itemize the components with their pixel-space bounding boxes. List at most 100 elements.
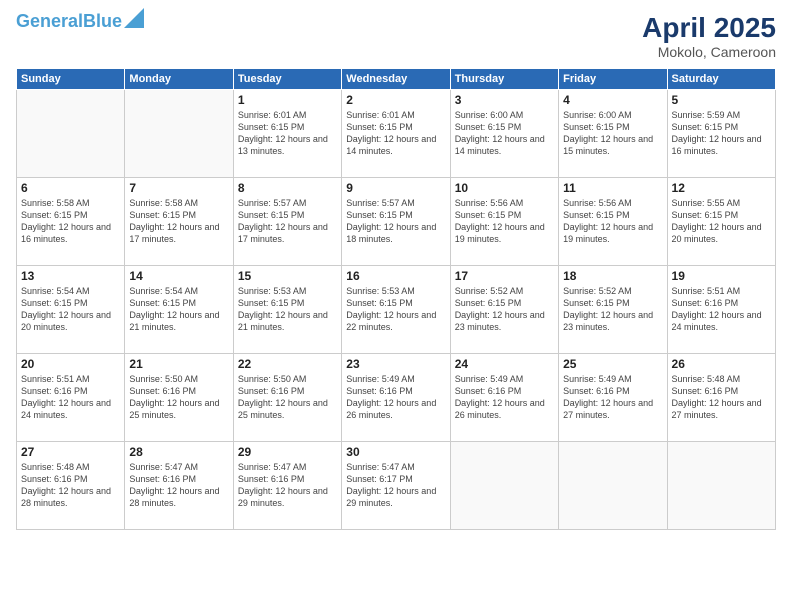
table-row <box>667 442 775 530</box>
day-number: 7 <box>129 181 228 195</box>
day-number: 23 <box>346 357 445 371</box>
day-info: Sunrise: 5:48 AM Sunset: 6:16 PM Dayligh… <box>672 373 771 422</box>
table-row: 23Sunrise: 5:49 AM Sunset: 6:16 PM Dayli… <box>342 354 450 442</box>
day-number: 14 <box>129 269 228 283</box>
table-row <box>17 90 125 178</box>
table-row: 21 Sunrise: 5:50 AM Sunset: 6:16 PM Dayli… <box>125 354 233 442</box>
table-row: 2 Sunrise: 6:01 AM Sunset: 6:15 PM Daylig… <box>342 90 450 178</box>
day-number: 10 <box>455 181 554 195</box>
day-info: Sunrise: 5:52 AM Sunset: 6:15 PM Dayligh… <box>455 285 554 334</box>
logo-text: GeneralBlue <box>16 12 122 30</box>
table-row: 14 Sunrise: 5:54 AM Sunset: 6:15 PM Dayli… <box>125 266 233 354</box>
calendar-subtitle: Mokolo, Cameroon <box>642 44 776 60</box>
day-info: Sunrise: 5:54 AM Sunset: 6:15 PM Dayligh… <box>21 285 120 334</box>
day-number: 9 <box>346 181 445 195</box>
day-number: 1 <box>238 93 337 107</box>
day-number: 26 <box>672 357 771 371</box>
table-row: 3 Sunrise: 6:00 AM Sunset: 6:15 PM Daylig… <box>450 90 558 178</box>
table-row: 18Sunrise: 5:52 AM Sunset: 6:15 PM Dayli… <box>559 266 667 354</box>
table-row: 5Sunrise: 5:59 AM Sunset: 6:15 PM Daylig… <box>667 90 775 178</box>
table-row: 8 Sunrise: 5:57 AM Sunset: 6:15 PM Daylig… <box>233 178 341 266</box>
calendar-title: April 2025 <box>642 12 776 44</box>
day-number: 28 <box>129 445 228 459</box>
table-row <box>559 442 667 530</box>
day-number: 12 <box>672 181 771 195</box>
table-row: 11 Sunrise: 5:56 AM Sunset: 6:15 PM Dayli… <box>559 178 667 266</box>
day-number: 3 <box>455 93 554 107</box>
calendar-week-row: 6 Sunrise: 5:58 AM Sunset: 6:15 PM Daylig… <box>17 178 776 266</box>
day-info: Sunrise: 5:48 AM Sunset: 6:16 PM Dayligh… <box>21 461 120 510</box>
day-number: 16 <box>346 269 445 283</box>
day-info: Sunrise: 5:49 AM Sunset: 6:16 PM Dayligh… <box>563 373 662 422</box>
day-info: Sunrise: 5:47 AM Sunset: 6:16 PM Dayligh… <box>238 461 337 510</box>
calendar-week-row: 1 Sunrise: 6:01 AM Sunset: 6:15 PM Daylig… <box>17 90 776 178</box>
table-row: 10 Sunrise: 5:56 AM Sunset: 6:15 PM Dayli… <box>450 178 558 266</box>
day-number: 20 <box>21 357 120 371</box>
table-row <box>125 90 233 178</box>
calendar-week-row: 13 Sunrise: 5:54 AM Sunset: 6:15 PM Dayli… <box>17 266 776 354</box>
calendar-week-row: 20 Sunrise: 5:51 AM Sunset: 6:16 PM Dayli… <box>17 354 776 442</box>
col-thursday: Thursday <box>450 69 558 90</box>
day-info: Sunrise: 5:55 AM Sunset: 6:15 PM Dayligh… <box>672 197 771 246</box>
table-row: 4Sunrise: 6:00 AM Sunset: 6:15 PM Daylig… <box>559 90 667 178</box>
logo-icon <box>124 8 144 28</box>
col-wednesday: Wednesday <box>342 69 450 90</box>
day-info: Sunrise: 5:56 AM Sunset: 6:15 PM Dayligh… <box>455 197 554 246</box>
day-info: Sunrise: 5:47 AM Sunset: 6:17 PM Dayligh… <box>346 461 445 510</box>
table-row: 20 Sunrise: 5:51 AM Sunset: 6:16 PM Dayli… <box>17 354 125 442</box>
day-info: Sunrise: 5:49 AM Sunset: 6:16 PM Dayligh… <box>455 373 554 422</box>
table-row <box>450 442 558 530</box>
table-row: 9Sunrise: 5:57 AM Sunset: 6:15 PM Daylig… <box>342 178 450 266</box>
col-saturday: Saturday <box>667 69 775 90</box>
table-row: 27 Sunrise: 5:48 AM Sunset: 6:16 PM Dayli… <box>17 442 125 530</box>
day-number: 25 <box>563 357 662 371</box>
col-friday: Friday <box>559 69 667 90</box>
day-info: Sunrise: 5:53 AM Sunset: 6:15 PM Dayligh… <box>238 285 337 334</box>
title-section: April 2025 Mokolo, Cameroon <box>642 12 776 60</box>
calendar-table: Sunday Monday Tuesday Wednesday Thursday… <box>16 68 776 530</box>
table-row: 26 Sunrise: 5:48 AM Sunset: 6:16 PM Dayli… <box>667 354 775 442</box>
table-row: 6Sunrise: 5:58 AM Sunset: 6:15 PM Daylig… <box>17 178 125 266</box>
header: GeneralBlue April 2025 Mokolo, Cameroon <box>16 12 776 60</box>
table-row: 12 Sunrise: 5:55 AM Sunset: 6:15 PM Dayli… <box>667 178 775 266</box>
table-row: 7 Sunrise: 5:58 AM Sunset: 6:15 PM Daylig… <box>125 178 233 266</box>
day-number: 24 <box>455 357 554 371</box>
day-info: Sunrise: 5:51 AM Sunset: 6:16 PM Dayligh… <box>21 373 120 422</box>
day-number: 22 <box>238 357 337 371</box>
day-number: 15 <box>238 269 337 283</box>
day-info: Sunrise: 5:56 AM Sunset: 6:15 PM Dayligh… <box>563 197 662 246</box>
table-row: 30 Sunrise: 5:47 AM Sunset: 6:17 PM Dayli… <box>342 442 450 530</box>
day-number: 6 <box>21 181 120 195</box>
day-number: 30 <box>346 445 445 459</box>
day-number: 17 <box>455 269 554 283</box>
day-info: Sunrise: 5:47 AM Sunset: 6:16 PM Dayligh… <box>129 461 228 510</box>
table-row: 15 Sunrise: 5:53 AM Sunset: 6:15 PM Dayli… <box>233 266 341 354</box>
day-info: Sunrise: 5:50 AM Sunset: 6:16 PM Dayligh… <box>129 373 228 422</box>
day-info: Sunrise: 5:54 AM Sunset: 6:15 PM Dayligh… <box>129 285 228 334</box>
col-monday: Monday <box>125 69 233 90</box>
day-number: 29 <box>238 445 337 459</box>
day-info: Sunrise: 6:00 AM Sunset: 6:15 PM Dayligh… <box>563 109 662 158</box>
day-info: Sunrise: 6:01 AM Sunset: 6:15 PM Dayligh… <box>346 109 445 158</box>
day-number: 18 <box>563 269 662 283</box>
day-number: 27 <box>21 445 120 459</box>
day-number: 21 <box>129 357 228 371</box>
table-row: 24 Sunrise: 5:49 AM Sunset: 6:16 PM Dayli… <box>450 354 558 442</box>
table-row: 25 Sunrise: 5:49 AM Sunset: 6:16 PM Dayli… <box>559 354 667 442</box>
day-number: 8 <box>238 181 337 195</box>
day-number: 11 <box>563 181 662 195</box>
table-row: 16Sunrise: 5:53 AM Sunset: 6:15 PM Dayli… <box>342 266 450 354</box>
day-info: Sunrise: 5:58 AM Sunset: 6:15 PM Dayligh… <box>129 197 228 246</box>
col-sunday: Sunday <box>17 69 125 90</box>
day-info: Sunrise: 6:00 AM Sunset: 6:15 PM Dayligh… <box>455 109 554 158</box>
table-row: 28 Sunrise: 5:47 AM Sunset: 6:16 PM Dayli… <box>125 442 233 530</box>
table-row: 22Sunrise: 5:50 AM Sunset: 6:16 PM Dayli… <box>233 354 341 442</box>
day-number: 13 <box>21 269 120 283</box>
calendar-header-row: Sunday Monday Tuesday Wednesday Thursday… <box>17 69 776 90</box>
table-row: 13 Sunrise: 5:54 AM Sunset: 6:15 PM Dayli… <box>17 266 125 354</box>
day-number: 19 <box>672 269 771 283</box>
day-info: Sunrise: 5:59 AM Sunset: 6:15 PM Dayligh… <box>672 109 771 158</box>
day-info: Sunrise: 5:57 AM Sunset: 6:15 PM Dayligh… <box>238 197 337 246</box>
day-number: 2 <box>346 93 445 107</box>
calendar-week-row: 27 Sunrise: 5:48 AM Sunset: 6:16 PM Dayli… <box>17 442 776 530</box>
